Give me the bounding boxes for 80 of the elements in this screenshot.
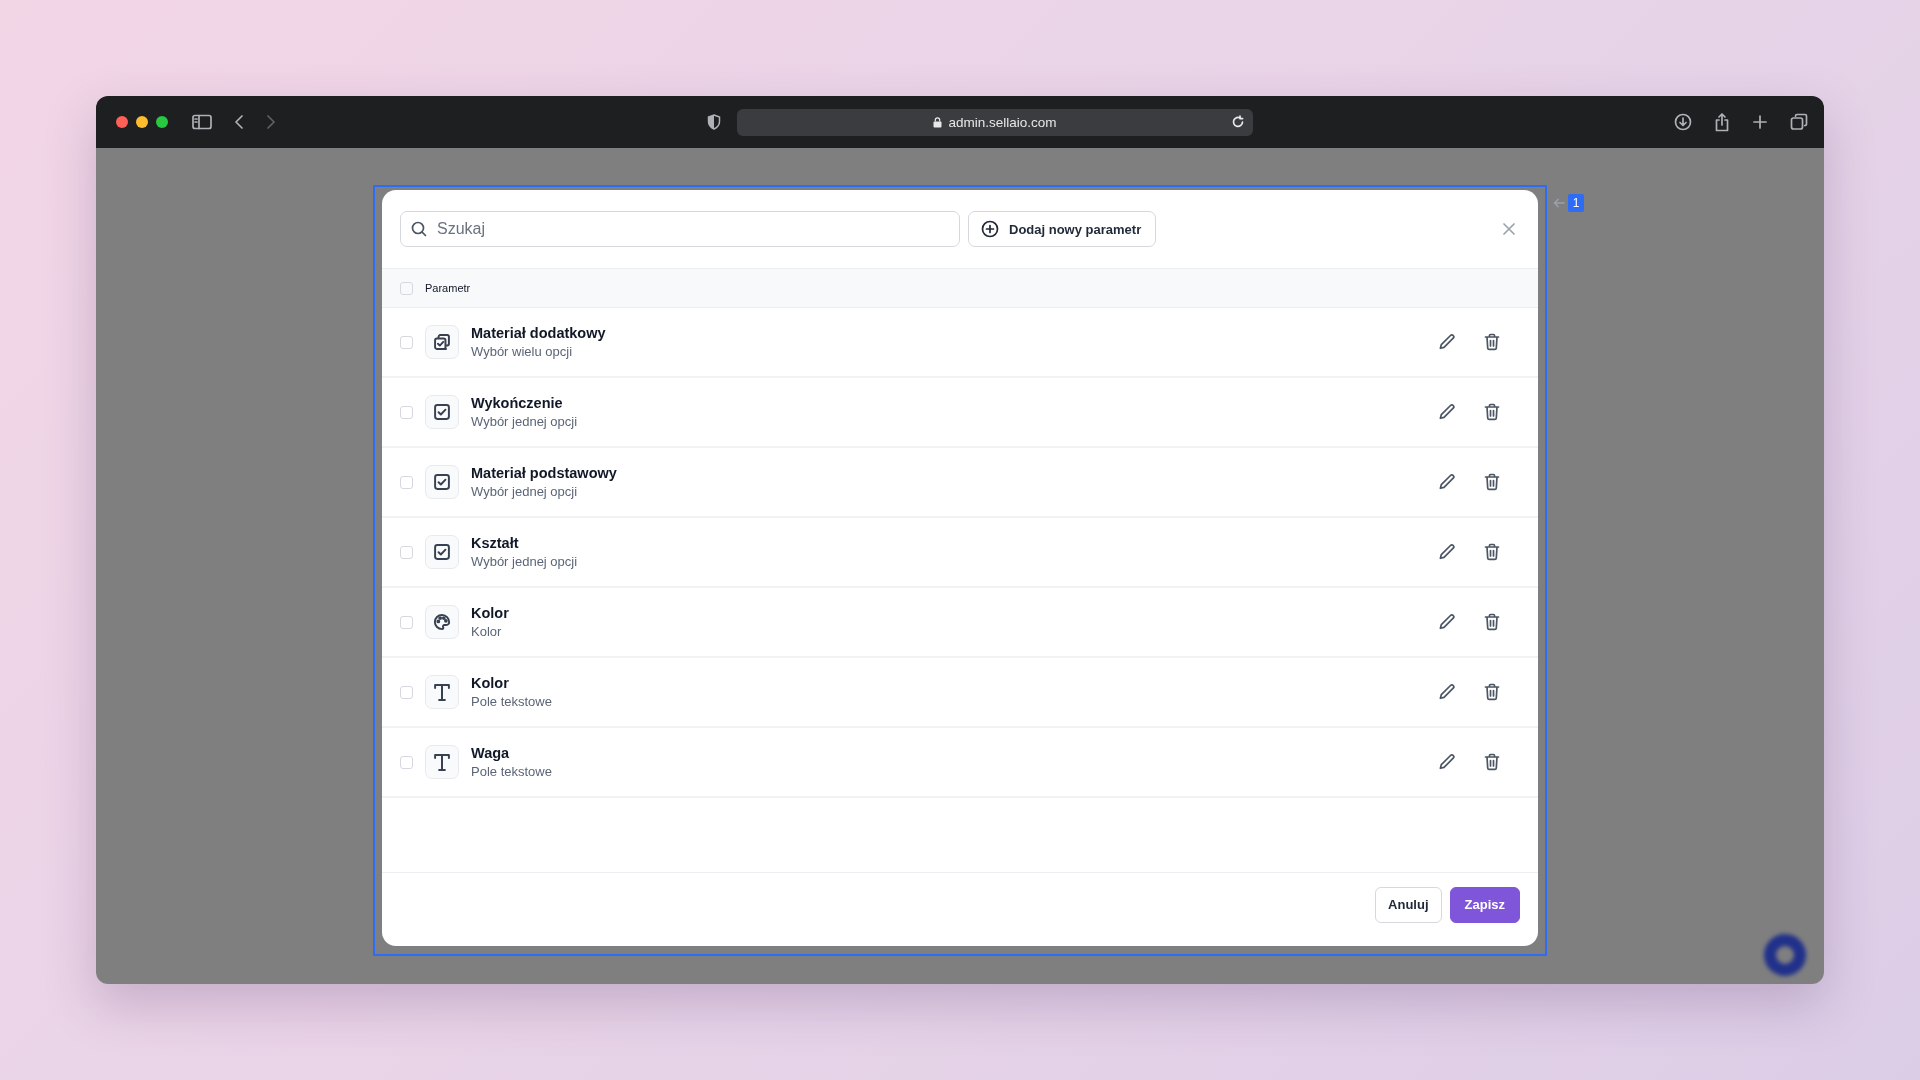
minimize-window-button[interactable] bbox=[136, 116, 148, 128]
checkbox[interactable] bbox=[400, 405, 413, 419]
parameter-type: Wybór jednej opcji bbox=[471, 484, 579, 499]
checkbox-icon bbox=[432, 542, 452, 562]
trash-icon bbox=[1484, 753, 1500, 771]
cancel-button[interactable]: Anuluj bbox=[1375, 886, 1442, 923]
arrow-left-icon bbox=[1553, 198, 1565, 208]
zoom-window-button[interactable] bbox=[156, 116, 168, 128]
text-type-icon bbox=[432, 752, 452, 772]
delete-button[interactable] bbox=[1484, 333, 1500, 351]
parameter-type: Wybór wielu opcji bbox=[471, 344, 574, 359]
back-icon[interactable] bbox=[234, 114, 244, 130]
pencil-icon bbox=[1438, 333, 1456, 351]
pencil-icon bbox=[1438, 753, 1456, 771]
delete-button[interactable] bbox=[1484, 403, 1500, 421]
trash-icon bbox=[1484, 543, 1500, 561]
column-header: Parametr bbox=[425, 282, 471, 294]
close-window-button[interactable] bbox=[116, 116, 128, 128]
delete-button[interactable] bbox=[1484, 543, 1500, 561]
parameter-name: Materiał dodatkowy bbox=[471, 325, 606, 341]
checkbox[interactable] bbox=[400, 545, 413, 559]
parameter-type: Pole tekstowe bbox=[471, 694, 552, 709]
parameter-type: Kolor bbox=[471, 624, 503, 639]
selection-badge: 1 bbox=[1568, 194, 1584, 212]
checkbox[interactable] bbox=[400, 615, 413, 629]
plus-circle-icon bbox=[981, 220, 999, 238]
lock-icon bbox=[933, 116, 943, 128]
checkbox[interactable] bbox=[400, 281, 413, 295]
edit-button[interactable] bbox=[1438, 333, 1456, 351]
checkbox[interactable] bbox=[400, 755, 413, 769]
parameter-name: Kolor bbox=[471, 605, 509, 621]
pencil-icon bbox=[1438, 683, 1456, 701]
reload-icon[interactable] bbox=[1231, 114, 1245, 129]
address-bar[interactable]: admin.sellaio.com bbox=[737, 108, 1253, 136]
parameter-name: Wykończenie bbox=[471, 395, 564, 411]
chat-launcher-icon bbox=[1764, 934, 1806, 976]
checkbox[interactable] bbox=[400, 475, 413, 489]
checkbox[interactable] bbox=[400, 685, 413, 699]
trash-icon bbox=[1484, 473, 1500, 491]
parameter-name: Materiał podstawowy bbox=[471, 465, 617, 481]
trash-icon bbox=[1484, 683, 1500, 701]
delete-button[interactable] bbox=[1484, 613, 1500, 631]
delete-button[interactable] bbox=[1484, 683, 1500, 701]
trash-icon bbox=[1484, 613, 1500, 631]
edit-button[interactable] bbox=[1438, 683, 1456, 701]
add-parameter-button[interactable]: Dodaj nowy parametr bbox=[968, 211, 1157, 247]
shield-icon[interactable] bbox=[707, 114, 721, 130]
parameter-type: Wybór jednej opcji bbox=[471, 554, 578, 569]
parameter-type: Wybór jednej opcji bbox=[471, 414, 578, 429]
parameter-name: Waga bbox=[471, 745, 511, 761]
save-button[interactable]: Zapisz bbox=[1449, 886, 1520, 923]
text-type-icon bbox=[432, 682, 452, 702]
palette-icon bbox=[432, 612, 452, 632]
edit-button[interactable] bbox=[1438, 613, 1456, 631]
edit-button[interactable] bbox=[1438, 753, 1456, 771]
delete-button[interactable] bbox=[1484, 753, 1500, 771]
forward-icon bbox=[266, 114, 276, 130]
edit-button[interactable] bbox=[1438, 403, 1456, 421]
trash-icon bbox=[1484, 403, 1500, 421]
checkbox[interactable] bbox=[400, 335, 413, 349]
pencil-icon bbox=[1438, 473, 1456, 491]
checkbox-icon bbox=[432, 472, 452, 492]
edit-button[interactable] bbox=[1438, 473, 1456, 491]
trash-icon bbox=[1484, 333, 1500, 351]
delete-button[interactable] bbox=[1484, 473, 1500, 491]
tabs-overview-icon[interactable] bbox=[1790, 113, 1808, 131]
pencil-icon bbox=[1438, 543, 1456, 561]
parameter-name: Kształt bbox=[471, 535, 520, 551]
search-field[interactable]: Szukaj bbox=[400, 211, 960, 247]
pencil-icon bbox=[1438, 613, 1456, 631]
stacked-checkbox-icon bbox=[432, 332, 452, 352]
new-tab-icon[interactable] bbox=[1752, 114, 1768, 130]
edit-button[interactable] bbox=[1438, 543, 1456, 561]
checkbox-icon bbox=[432, 402, 452, 422]
pencil-icon bbox=[1438, 403, 1456, 421]
share-icon[interactable] bbox=[1714, 112, 1730, 132]
sidebar-toggle-icon[interactable] bbox=[192, 114, 212, 130]
parameter-type: Pole tekstowe bbox=[471, 764, 552, 779]
parameter-name: Kolor bbox=[471, 675, 510, 691]
download-icon[interactable] bbox=[1674, 113, 1692, 131]
